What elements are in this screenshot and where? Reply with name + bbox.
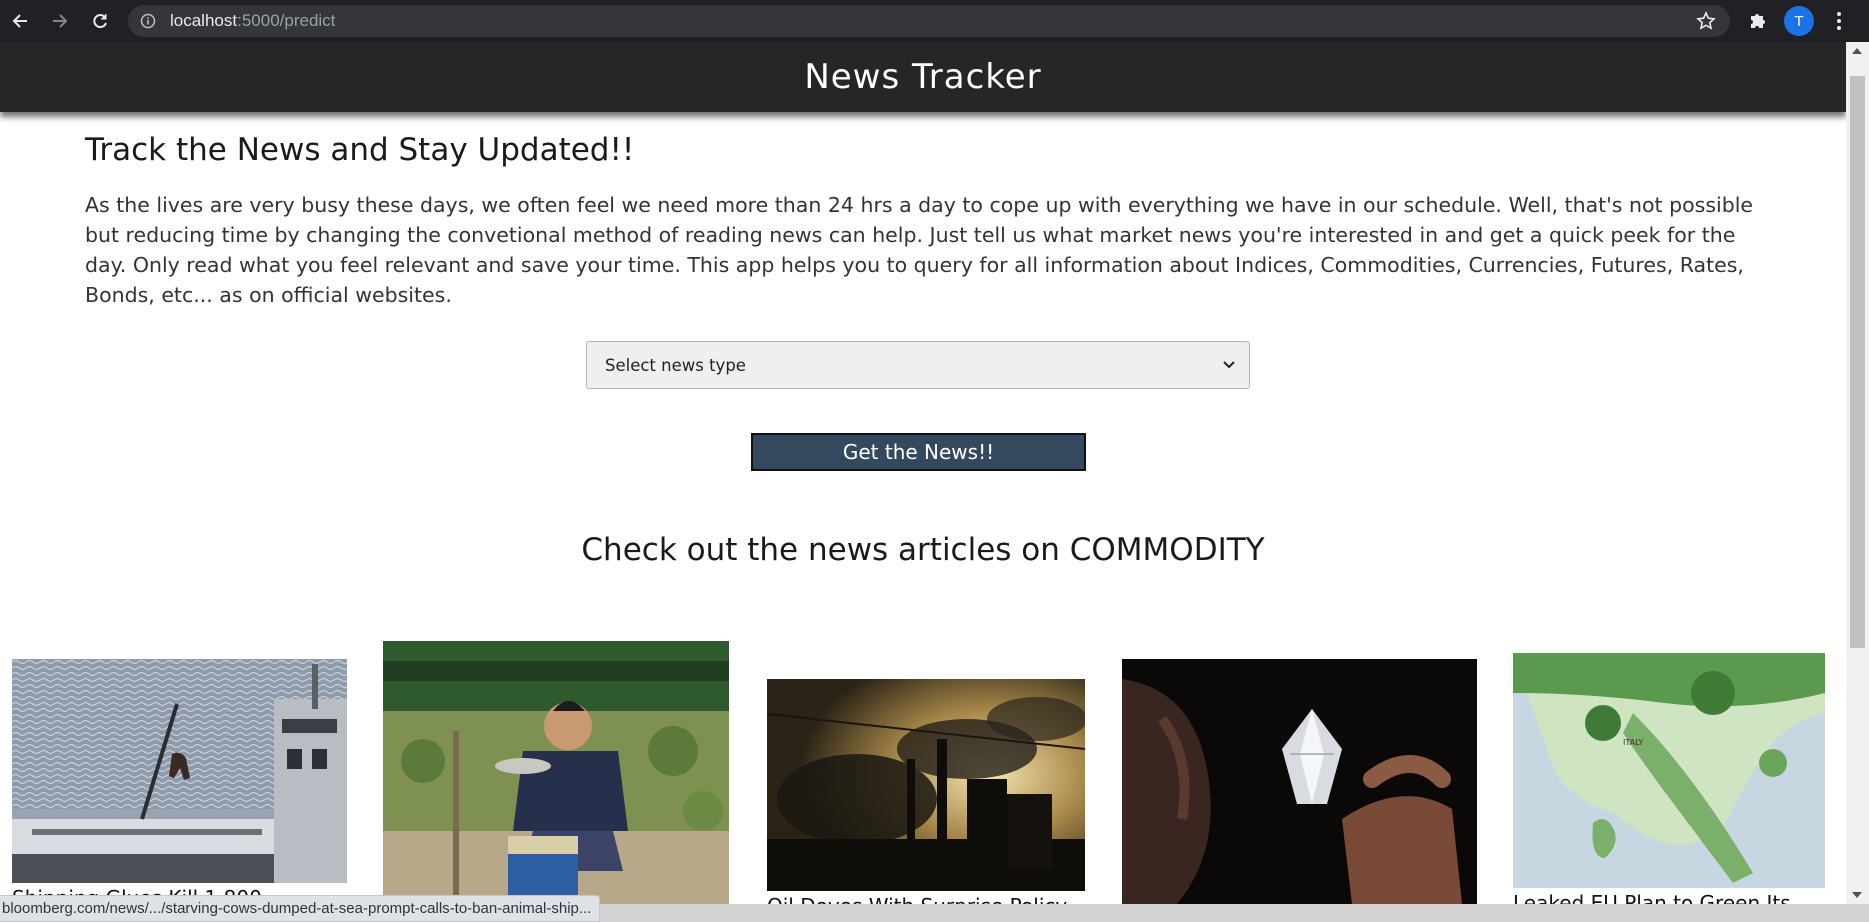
url-text: localhost:5000/predict xyxy=(170,11,335,31)
intro-paragraph: As the lives are very busy these days, w… xyxy=(85,193,1754,307)
scroll-up-arrow-icon[interactable] xyxy=(1852,48,1862,54)
article-title-3[interactable]: Oil Doves With Surprise Policy xyxy=(767,894,1085,904)
address-bar[interactable]: localhost:5000/predict xyxy=(128,5,1730,37)
forward-arrow-icon xyxy=(53,14,68,28)
article-image-diamond[interactable] xyxy=(1122,659,1477,904)
get-news-button[interactable]: Get the News!! xyxy=(751,433,1086,471)
refinery-smoke-image xyxy=(767,679,1085,891)
page-scrollbar[interactable] xyxy=(1846,42,1869,904)
news-type-select-value: Select news type xyxy=(605,356,746,375)
news-type-select[interactable]: Select news type xyxy=(586,341,1250,389)
article-image-ship[interactable] xyxy=(12,659,347,883)
url-host: localhost xyxy=(170,11,238,30)
diamond-in-hand-image xyxy=(1122,659,1477,904)
browser-toolbar: localhost:5000/predict T xyxy=(0,0,1869,42)
article-title-5[interactable]: Leaked EU Plan to Green Its xyxy=(1513,891,1825,904)
site-info-icon[interactable] xyxy=(140,13,156,29)
section-heading: Check out the news articles on COMMODITY xyxy=(581,532,1265,568)
bookmark-star-icon[interactable] xyxy=(1696,11,1716,31)
ship-with-cattle-image xyxy=(12,659,347,883)
back-button[interactable] xyxy=(5,6,35,36)
reload-button[interactable] xyxy=(85,6,115,36)
scroll-down-arrow-icon[interactable] xyxy=(1852,892,1862,898)
site-title: News Tracker xyxy=(804,57,1042,97)
forward-button[interactable] xyxy=(45,6,75,36)
site-header: News Tracker xyxy=(0,42,1846,112)
article-image-map[interactable]: ITALY xyxy=(1513,653,1825,888)
profile-avatar[interactable]: T xyxy=(1784,6,1814,36)
link-status-bar: bloomberg.com/news/.../starving-cows-dum… xyxy=(0,895,601,922)
browser-menu-icon[interactable] xyxy=(1829,8,1849,34)
chevron-down-icon xyxy=(1223,361,1235,369)
farmer-in-field-image xyxy=(383,641,729,904)
back-arrow-icon xyxy=(12,14,27,28)
reload-icon xyxy=(93,14,107,29)
extensions-puzzle-icon[interactable] xyxy=(1747,9,1769,31)
scrollbar-thumb[interactable] xyxy=(1850,76,1865,648)
page-heading: Track the News and Stay Updated!! xyxy=(85,132,635,168)
article-image-refinery[interactable] xyxy=(767,679,1085,891)
italy-green-map-image: ITALY xyxy=(1513,653,1825,888)
svg-text:ITALY: ITALY xyxy=(1623,738,1643,747)
article-image-farmer[interactable] xyxy=(383,641,729,904)
url-path: :5000/predict xyxy=(237,11,336,30)
